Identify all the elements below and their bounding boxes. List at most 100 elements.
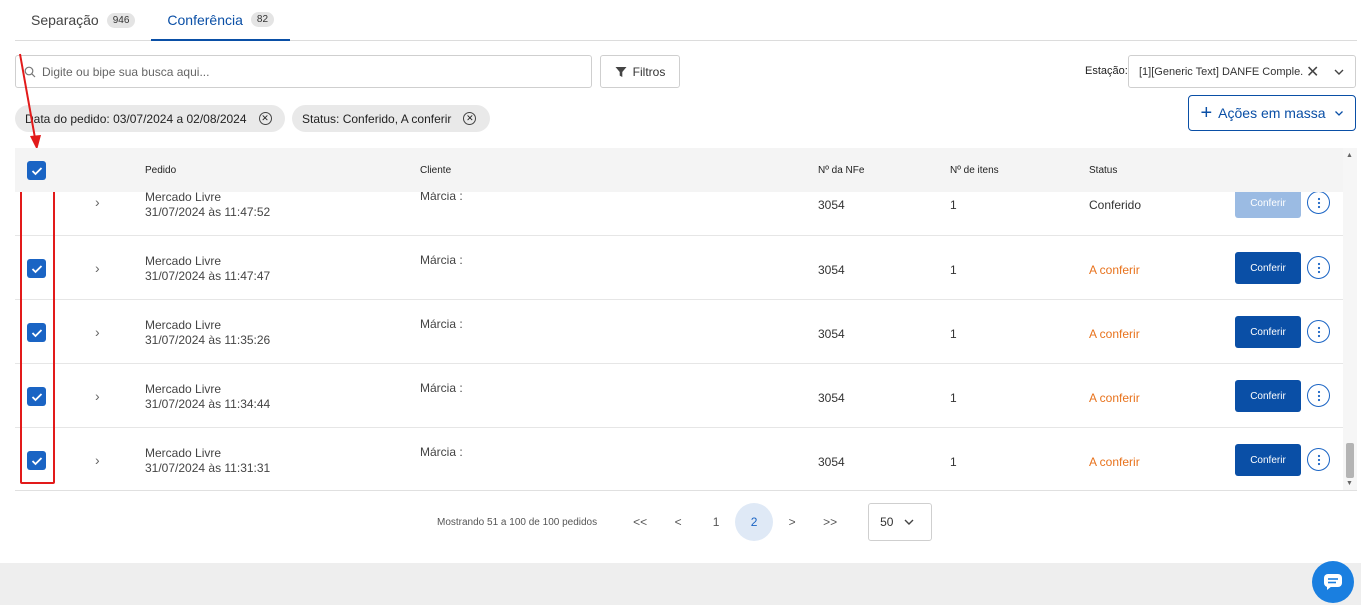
chat-icon [1324,574,1342,590]
column-header-order[interactable]: Pedido [145,165,176,176]
order-date: 31/07/2024 às 11:35:26 [145,333,271,347]
order-date: 31/07/2024 às 11:31:31 [145,461,271,475]
search-box [15,55,592,88]
tab-separacao[interactable]: Separação 946 [15,0,151,40]
client-name: Márcia : [420,317,463,331]
row-checkbox[interactable] [27,451,46,470]
table-row[interactable]: › Mercado Livre 31/07/2024 às 11:47:47 M… [15,236,1343,300]
more-vertical-icon[interactable] [1307,256,1330,279]
status-text: A conferir [1089,327,1140,341]
scroll-down-icon[interactable]: ▼ [1346,480,1353,487]
table-scrollbar[interactable]: ▲ ▼ [1343,148,1357,490]
table-row[interactable]: › Mercado Livre 31/07/2024 às 11:47:52 M… [15,189,1343,236]
status-text: A conferir [1089,263,1140,277]
client-name: Márcia : [420,253,463,267]
table-header: Pedido Cliente Nº da NFe Nº de itens Sta… [15,148,1343,192]
station-select[interactable]: [1][Generic Text] DANFE Comple... ✕ [1128,55,1356,88]
page-size-select[interactable]: 50 [868,503,933,541]
item-count: 1 [950,391,957,405]
order-store: Mercado Livre [145,254,222,268]
table-row[interactable]: › Mercado Livre 31/07/2024 às 11:34:44 M… [15,364,1343,428]
conferir-button[interactable]: Conferir [1235,316,1301,348]
check-icon [31,328,42,337]
nfe-number: 3054 [818,263,845,277]
chevron-right-icon[interactable]: › [95,324,100,340]
table-row[interactable]: › Mercado Livre 31/07/2024 às 11:35:26 M… [15,300,1343,364]
item-count: 1 [950,198,957,212]
more-vertical-icon[interactable] [1307,448,1330,471]
select-all-checkbox[interactable] [27,161,46,180]
close-circle-icon[interactable]: ✕ [463,112,477,125]
filters-button[interactable]: Filtros [600,55,680,88]
more-vertical-icon[interactable] [1307,384,1330,407]
page-button-2[interactable]: 2 [735,503,774,541]
nfe-number: 3054 [818,455,845,469]
chevron-right-icon[interactable]: › [95,452,100,468]
column-header-client[interactable]: Cliente [420,165,451,176]
close-circle-icon[interactable]: ✕ [258,112,272,125]
page-button-1[interactable]: 1 [697,503,735,541]
chevron-right-icon[interactable]: › [95,388,100,404]
chip-label: Status: Conferido, A conferir [302,111,452,126]
check-icon [31,392,42,401]
next-page-button[interactable]: > [773,503,811,541]
tab-conferencia[interactable]: Conferência 82 [151,0,291,41]
item-count: 1 [950,327,957,341]
filters-label: Filtros [632,64,666,79]
last-page-button[interactable]: >> [811,503,849,541]
order-date: 31/07/2024 às 11:34:44 [145,397,271,411]
row-checkbox[interactable] [27,259,46,278]
conferir-button[interactable]: Conferir [1235,380,1301,412]
pagination-info: Mostrando 51 a 100 de 100 pedidos [437,516,598,528]
row-checkbox[interactable] [27,387,46,406]
check-icon [31,264,42,273]
tab-count-badge: 946 [106,12,136,28]
more-vertical-icon[interactable] [1307,191,1330,214]
clear-icon[interactable]: ✕ [1306,62,1319,82]
column-header-nfe[interactable]: Nº da NFe [818,165,864,176]
order-store: Mercado Livre [145,446,222,460]
tab-bar: Separação 946 Conferência 82 [15,0,1357,41]
conferir-button[interactable]: Conferir [1235,252,1301,284]
nfe-number: 3054 [818,198,845,212]
mass-actions-label: Ações em massa [1218,105,1326,121]
row-checkbox[interactable] [27,323,46,342]
scroll-up-icon[interactable]: ▲ [1346,152,1353,159]
first-page-button[interactable]: << [621,503,659,541]
status-text: A conferir [1089,455,1140,469]
chevron-right-icon[interactable]: › [95,260,100,276]
more-vertical-icon[interactable] [1307,320,1330,343]
chevron-down-icon [904,519,914,525]
check-icon [31,456,42,465]
page-size-value: 50 [880,515,894,529]
scrollbar-thumb[interactable] [1346,443,1354,478]
filter-chip-status: Status: Conferido, A conferir ✕ [292,105,490,132]
client-name: Márcia : [420,445,463,459]
station-label: Estação: [1085,65,1128,77]
page-footer [0,563,1361,605]
order-store: Mercado Livre [145,318,222,332]
item-count: 1 [950,263,957,277]
tab-count-badge: 82 [250,12,275,27]
column-header-items[interactable]: Nº de itens [950,165,999,176]
status-text: Conferido [1089,198,1142,212]
mass-actions-button[interactable]: + Ações em massa [1188,95,1356,131]
chip-label: Data do pedido: 03/07/2024 a 02/08/2024 [25,111,247,126]
chevron-down-icon [1334,111,1343,116]
tab-label: Conferência [167,11,243,28]
prev-page-button[interactable]: < [659,503,697,541]
chat-support-button[interactable] [1312,561,1354,603]
nfe-number: 3054 [818,391,845,405]
nfe-number: 3054 [818,327,845,341]
search-input[interactable] [42,64,562,79]
column-header-status[interactable]: Status [1089,165,1117,176]
item-count: 1 [950,455,957,469]
chevron-right-icon[interactable]: › [95,194,100,210]
conferir-button[interactable]: Conferir [1235,189,1301,218]
table-row[interactable]: › Mercado Livre 31/07/2024 às 11:31:31 M… [15,428,1343,490]
conferir-button[interactable]: Conferir [1235,444,1301,476]
table-body: › Mercado Livre 31/07/2024 às 11:47:52 M… [15,189,1343,490]
chevron-down-icon[interactable] [1333,66,1345,78]
funnel-icon [615,66,627,77]
station-value: [1][Generic Text] DANFE Comple... [1139,65,1304,78]
